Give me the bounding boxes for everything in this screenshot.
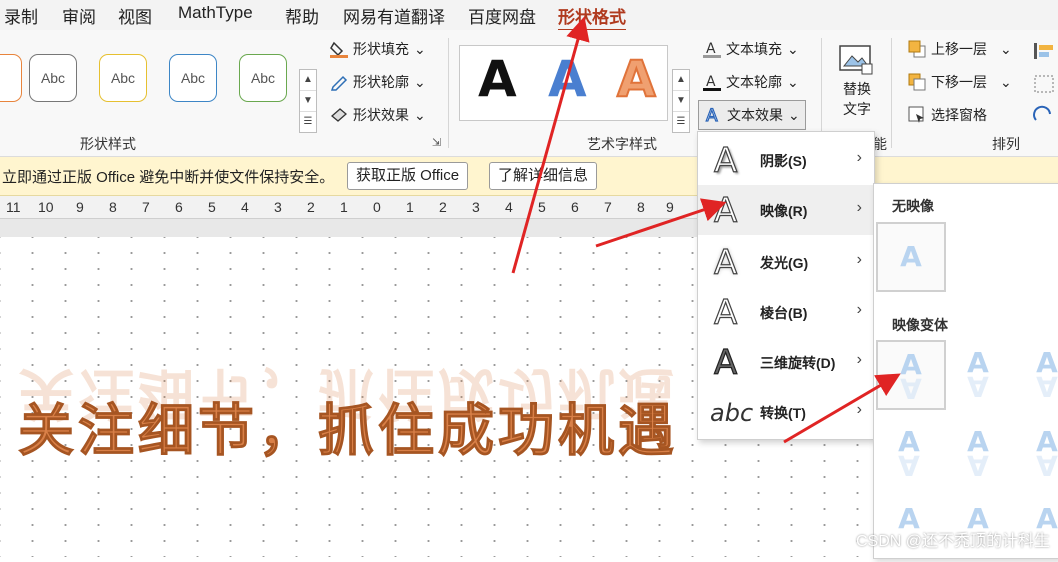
annotation-arrow-to-shape-format-tab (511, 16, 590, 274)
annotation-arrows (511, 16, 901, 444)
annotation-arrow-to-reflection-variant (783, 373, 901, 444)
annotation-arrow-to-reflection-item (595, 198, 727, 248)
watermark: CSDN @还不秃顶的计科生 (855, 533, 1050, 550)
